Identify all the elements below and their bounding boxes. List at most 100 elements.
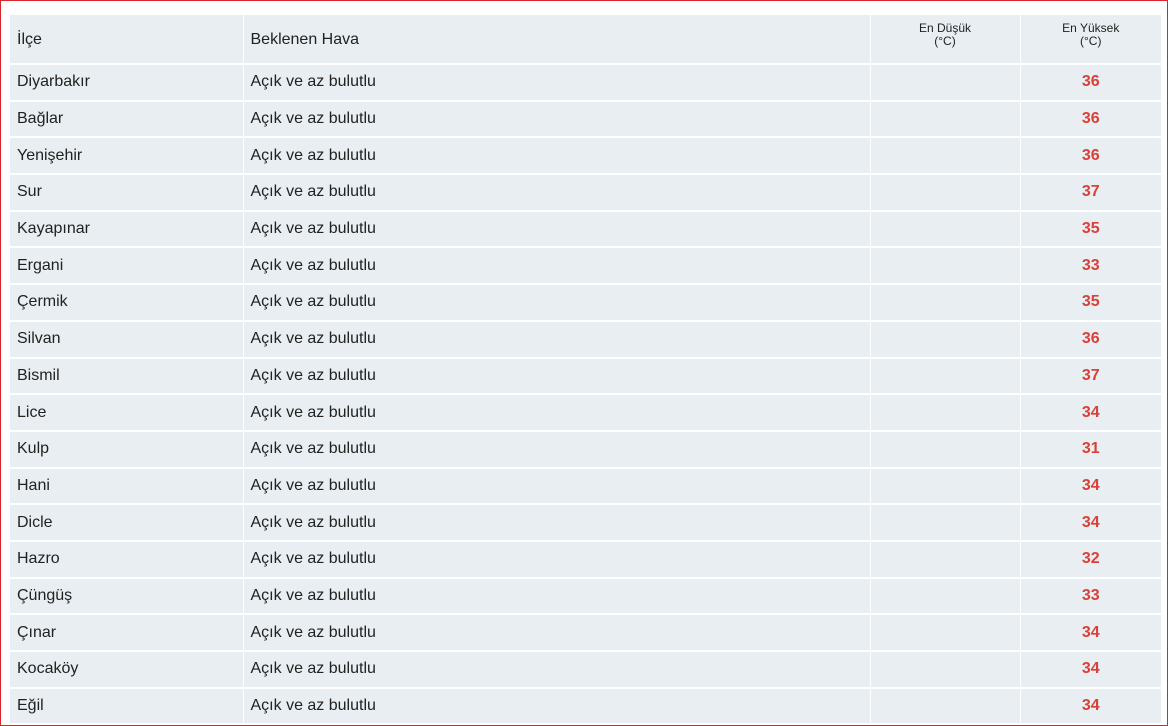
weather-cell: Açık ve az bulutlu [243, 687, 871, 726]
header-min-unit: (°C) [934, 34, 956, 48]
table-row: Hazro Açık ve az bulutlu 32 [10, 540, 1161, 579]
min-temp-cell [870, 137, 1021, 176]
max-temp-cell: 31 [1020, 430, 1161, 469]
min-temp-cell [870, 614, 1021, 652]
table-row: Eğil Açık ve az bulutlu 34 [10, 687, 1161, 726]
max-temp-cell: 34 [1020, 504, 1161, 542]
weather-cell: Açık ve az bulutlu [243, 137, 871, 176]
district-cell: Bağlar [10, 100, 244, 139]
district-cell: Yenişehir [10, 137, 244, 176]
district-cell: Çermik [10, 284, 244, 322]
table-row: Kocaköy Açık ve az bulutlu 34 [10, 651, 1161, 689]
max-temp-cell: 34 [1020, 687, 1161, 726]
max-temp-cell: 37 [1020, 357, 1161, 396]
district-cell: Çüngüş [10, 577, 244, 616]
max-temp-cell: 34 [1020, 467, 1161, 506]
district-cell: Çınar [10, 614, 244, 652]
district-cell: Silvan [10, 320, 244, 359]
table-header: İlçe Beklenen Hava En Düşük (°C) En Yüks… [10, 15, 1161, 65]
min-temp-cell [870, 430, 1021, 469]
weather-cell: Açık ve az bulutlu [243, 540, 871, 579]
weather-cell: Açık ve az bulutlu [243, 651, 871, 689]
weather-cell: Açık ve az bulutlu [243, 357, 871, 396]
max-temp-cell: 36 [1020, 137, 1161, 176]
table-row: Lice Açık ve az bulutlu 34 [10, 394, 1161, 432]
district-cell: Ergani [10, 247, 244, 286]
page-frame: İlçe Beklenen Hava En Düşük (°C) En Yüks… [0, 0, 1168, 726]
max-temp-cell: 36 [1020, 64, 1161, 102]
min-temp-cell [870, 467, 1021, 506]
min-temp-cell [870, 577, 1021, 616]
min-temp-cell [870, 320, 1021, 359]
max-temp-cell: 35 [1020, 284, 1161, 322]
district-cell: Kayapınar [10, 210, 244, 249]
min-temp-cell [870, 210, 1021, 249]
weather-cell: Açık ve az bulutlu [243, 210, 871, 249]
header-max-unit: (°C) [1080, 34, 1102, 48]
max-temp-cell: 34 [1020, 651, 1161, 689]
table-row: Silvan Açık ve az bulutlu 36 [10, 320, 1161, 359]
table-row: Ergani Açık ve az bulutlu 33 [10, 247, 1161, 286]
weather-cell: Açık ve az bulutlu [243, 284, 871, 322]
table-row: Kulp Açık ve az bulutlu 31 [10, 430, 1161, 469]
table-row: Yenişehir Açık ve az bulutlu 36 [10, 137, 1161, 176]
min-temp-cell [870, 247, 1021, 286]
table-row: Bağlar Açık ve az bulutlu 36 [10, 100, 1161, 139]
weather-cell: Açık ve az bulutlu [243, 430, 871, 469]
weather-cell: Açık ve az bulutlu [243, 504, 871, 542]
max-temp-cell: 35 [1020, 210, 1161, 249]
district-cell: Lice [10, 394, 244, 432]
weather-cell: Açık ve az bulutlu [243, 467, 871, 506]
district-cell: Diyarbakır [10, 64, 244, 102]
district-cell: Kocaköy [10, 651, 244, 689]
max-temp-cell: 36 [1020, 100, 1161, 139]
table-row: Dicle Açık ve az bulutlu 34 [10, 504, 1161, 542]
max-temp-cell: 33 [1020, 577, 1161, 616]
min-temp-cell [870, 687, 1021, 726]
header-weather: Beklenen Hava [243, 15, 871, 65]
weather-cell: Açık ve az bulutlu [243, 394, 871, 432]
header-row: İlçe Beklenen Hava En Düşük (°C) En Yüks… [10, 15, 1161, 65]
max-temp-cell: 32 [1020, 540, 1161, 579]
min-temp-cell [870, 284, 1021, 322]
min-temp-cell [870, 357, 1021, 396]
district-cell: Dicle [10, 504, 244, 542]
table-row: Hani Açık ve az bulutlu 34 [10, 467, 1161, 506]
district-cell: Bismil [10, 357, 244, 396]
table-row: Sur Açık ve az bulutlu 37 [10, 174, 1161, 212]
table-row: Çüngüş Açık ve az bulutlu 33 [10, 577, 1161, 616]
min-temp-cell [870, 64, 1021, 102]
header-min-temp: En Düşük (°C) [870, 15, 1021, 65]
table-row: Çermik Açık ve az bulutlu 35 [10, 284, 1161, 322]
min-temp-cell [870, 651, 1021, 689]
forecast-table-container: İlçe Beklenen Hava En Düşük (°C) En Yüks… [10, 15, 1161, 726]
district-cell: Hani [10, 467, 244, 506]
table-row: Diyarbakır Açık ve az bulutlu 36 [10, 64, 1161, 102]
min-temp-cell [870, 174, 1021, 212]
weather-cell: Açık ve az bulutlu [243, 100, 871, 139]
table-body: Diyarbakır Açık ve az bulutlu 36 Bağlar Açık… [10, 64, 1161, 726]
forecast-table: İlçe Beklenen Hava En Düşük (°C) En Yüks… [10, 15, 1161, 726]
weather-cell: Açık ve az bulutlu [243, 614, 871, 652]
table-row: Bismil Açık ve az bulutlu 37 [10, 357, 1161, 396]
district-cell: Eğil [10, 687, 244, 726]
weather-cell: Açık ve az bulutlu [243, 577, 871, 616]
table-row: Çınar Açık ve az bulutlu 34 [10, 614, 1161, 652]
min-temp-cell [870, 540, 1021, 579]
max-temp-cell: 34 [1020, 394, 1161, 432]
weather-cell: Açık ve az bulutlu [243, 247, 871, 286]
header-max-temp: En Yüksek (°C) [1020, 15, 1161, 65]
max-temp-cell: 36 [1020, 320, 1161, 359]
max-temp-cell: 34 [1020, 614, 1161, 652]
table-row: Kayapınar Açık ve az bulutlu 35 [10, 210, 1161, 249]
district-cell: Sur [10, 174, 244, 212]
header-district: İlçe [10, 15, 244, 65]
min-temp-cell [870, 100, 1021, 139]
min-temp-cell [870, 504, 1021, 542]
weather-cell: Açık ve az bulutlu [243, 64, 871, 102]
weather-cell: Açık ve az bulutlu [243, 320, 871, 359]
min-temp-cell [870, 394, 1021, 432]
max-temp-cell: 37 [1020, 174, 1161, 212]
max-temp-cell: 33 [1020, 247, 1161, 286]
district-cell: Hazro [10, 540, 244, 579]
